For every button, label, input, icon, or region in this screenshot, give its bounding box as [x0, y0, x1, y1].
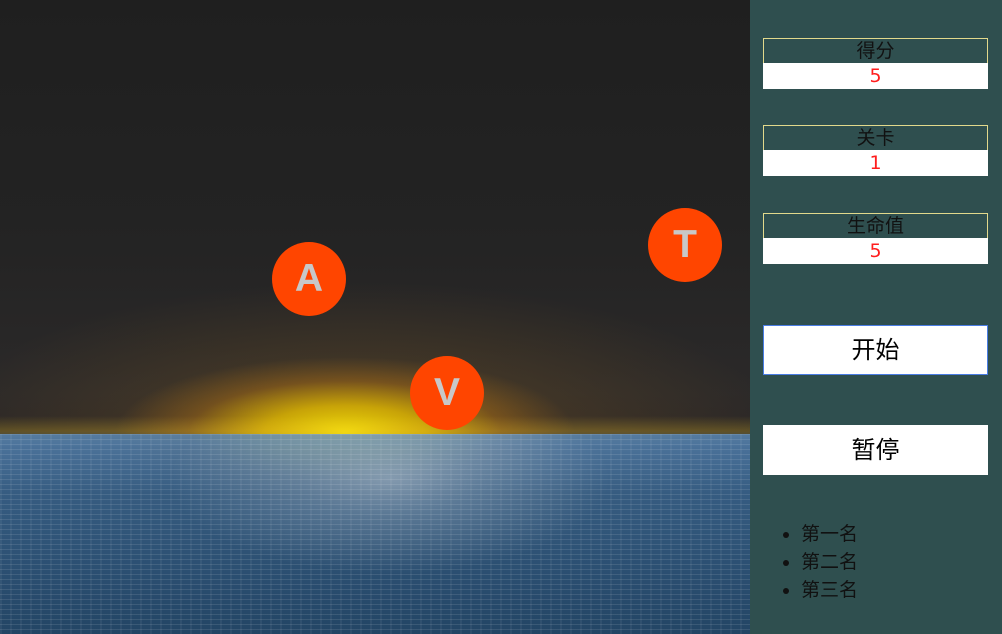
game-sidebar: 得分 5 关卡 1 生命值 5 开始 暂停 第一名 第二名 第三名 [750, 0, 1002, 634]
falling-letter-a-text: A [294, 257, 324, 300]
level-panel: 关卡 1 [763, 125, 988, 176]
falling-letter-t-text: T [673, 223, 697, 266]
falling-letter-t: T [648, 208, 722, 282]
level-value: 1 [763, 150, 988, 176]
score-panel: 得分 5 [763, 38, 988, 89]
ranking-item-second: 第二名 [801, 548, 858, 576]
typing-game-window: A V T 得分 5 关卡 1 生命值 5 开始 暂停 第一名 第二名 第三名 [0, 0, 1002, 634]
sea-background [0, 434, 750, 634]
ranking-item-first: 第一名 [801, 520, 858, 548]
ranking-item-third: 第三名 [801, 576, 858, 604]
life-label: 生命值 [763, 213, 988, 238]
life-value: 5 [763, 238, 988, 264]
score-value: 5 [763, 63, 988, 89]
start-button[interactable]: 开始 [763, 325, 988, 375]
falling-letter-a: A [272, 242, 346, 316]
level-label: 关卡 [763, 125, 988, 150]
falling-letter-v: V [410, 356, 484, 430]
falling-letter-v-text: V [433, 371, 460, 414]
pause-button[interactable]: 暂停 [763, 425, 988, 475]
game-playfield: A V T [0, 0, 750, 634]
life-panel: 生命值 5 [763, 213, 988, 264]
ranking-list: 第一名 第二名 第三名 [774, 520, 858, 604]
score-label: 得分 [763, 38, 988, 63]
